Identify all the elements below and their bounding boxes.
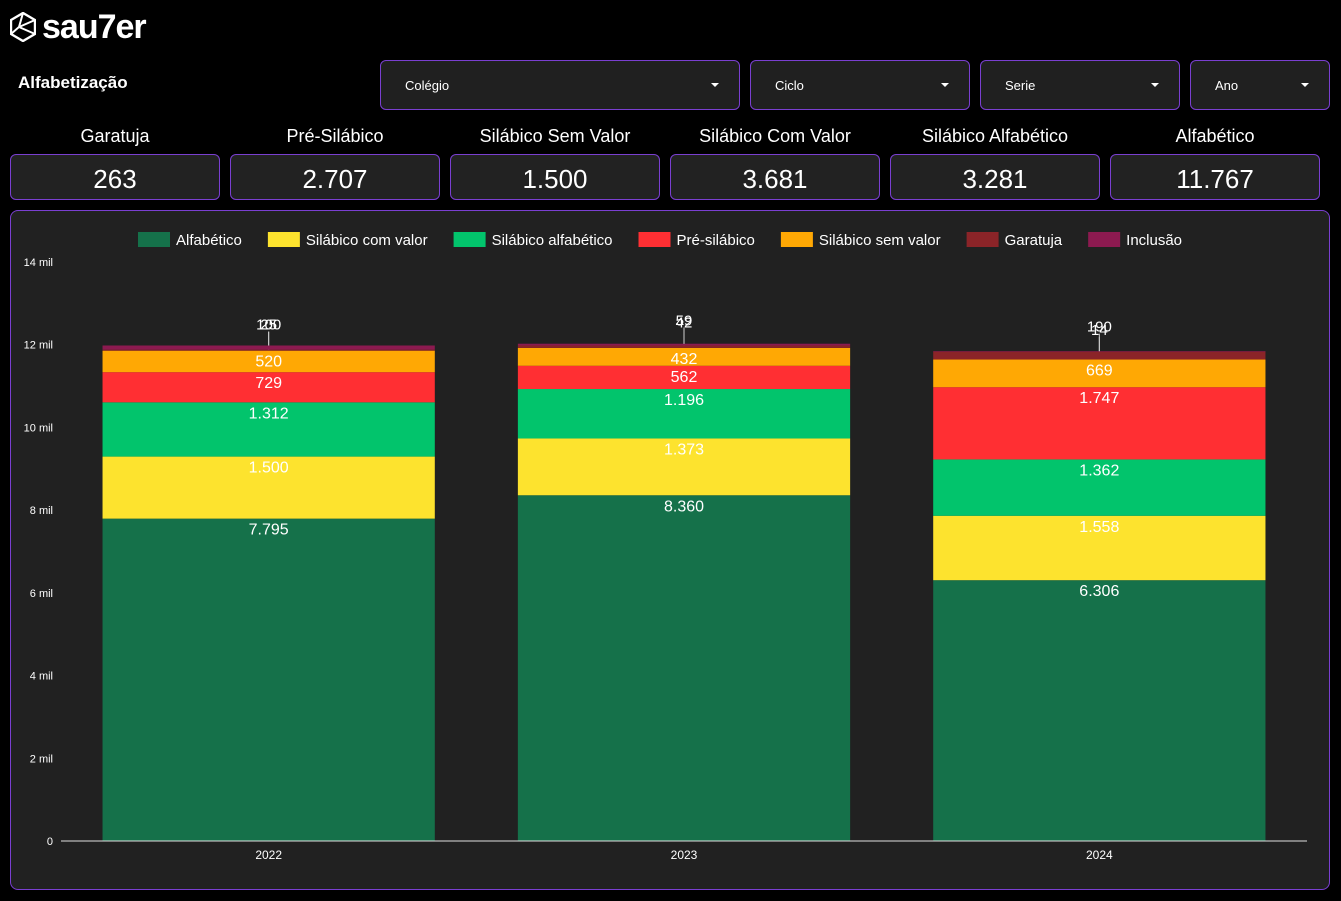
kpi-label-alfabetico: Alfabético [1175,126,1255,146]
bar-segment [102,349,435,351]
legend-swatch [1088,232,1121,247]
data-label: 432 [671,351,698,368]
filter-ano[interactable]: Ano [1190,60,1330,110]
y-tick-label: 6 mil [30,588,53,600]
bar-segment [933,351,1266,360]
data-label: 14 [1091,322,1108,339]
data-label: 520 [255,354,282,371]
data-label: 1.558 [1079,519,1119,536]
kpi-label-pre-silabico: Pré-Silábico [286,126,384,146]
data-label: 1.362 [1079,462,1119,479]
stacked-bar-chart: 0 2 mil 4 mil 6 mil 8 mil 10 mil 12 mil 14 mil A… [24,232,1307,862]
filter-ciclo[interactable]: Ciclo [750,60,970,110]
data-label: 1.196 [664,392,704,409]
bar-segment [102,518,435,841]
data-label: 562 [671,369,698,386]
legend-swatch [267,232,300,247]
y-tick-label: 10 mil [24,422,53,434]
kpi-value-silabico-com-valor: 3.681 [670,154,880,200]
x-tick-label: 2023 [671,848,698,862]
legend-swatch [453,232,486,247]
chevron-down-icon [1301,83,1309,87]
page-title: Alfabetização [18,73,128,92]
filter-label: Ano [1215,77,1239,93]
legend-swatch [780,232,813,247]
data-label: 42 [676,315,693,332]
data-label: 1.747 [1079,390,1119,407]
bar-segment [933,580,1266,841]
y-tick-label: 4 mil [30,671,53,683]
data-label: 1.500 [249,460,289,477]
bar-segment [517,495,851,841]
legend-label: Pré-silábico [677,232,755,249]
data-label: 8.360 [664,498,704,515]
data-label: 669 [1086,363,1113,380]
data-label: 729 [255,375,282,392]
kpi-label-garatuja: Garatuja [80,126,150,146]
legend-swatch [638,232,671,247]
legend-label: Garatuja [1005,232,1063,249]
legend-swatch [966,232,999,247]
data-label: 100 [256,317,281,334]
legend-swatch [138,232,170,247]
data-label: 6.306 [1079,583,1119,600]
x-tick-label: 2024 [1086,848,1113,862]
y-tick-label: 2 mil [30,753,53,765]
stacked-bar-chart-panel: 0 2 mil 4 mil 6 mil 8 mil 10 mil 12 mil 14 mil A… [10,210,1330,890]
bar-segment [933,351,1266,352]
filter-label: Colégio [405,77,450,93]
data-label: 1.312 [249,405,289,422]
brand-name: sau7er [42,8,147,46]
y-tick-label: 8 mil [30,505,53,517]
legend-label: Silábico com valor [306,232,428,249]
legend-label: Inclusão [1126,232,1182,249]
filter-label: Serie [1005,77,1036,93]
bar-segment [517,343,851,346]
legend-label: Silábico sem valor [819,232,941,249]
logo-icon [10,12,36,42]
chevron-down-icon [941,83,949,87]
kpi-label-silabico-alfabetico: Silábico Alfabético [921,126,1069,146]
filter-colegio[interactable]: Colégio [380,60,740,110]
y-tick-label: 14 mil [24,257,53,269]
kpi-value-silabico-alfabetico: 3.281 [890,154,1100,200]
bar-segment [517,345,851,348]
kpi-label-silabico-com-valor: Silábico Com Valor [699,126,851,146]
kpi-value-alfabetico: 11.767 [1110,154,1320,200]
legend-label: Alfabético [176,232,242,249]
filter-label: Ciclo [775,77,804,93]
chevron-down-icon [711,83,719,87]
kpi-value-pre-silabico: 2.707 [230,154,440,200]
data-label: 1.373 [664,441,704,458]
y-tick-label: 0 [47,836,53,848]
chevron-down-icon [1151,83,1159,87]
y-tick-label: 12 mil [24,340,53,352]
bar-segment [102,345,435,350]
brand-logo: sau7er [10,8,147,46]
kpi-value-garatuja: 263 [10,154,220,200]
x-tick-label: 2022 [255,848,282,862]
data-label: 7.795 [249,522,289,539]
legend-label: Silábico alfabético [492,232,613,249]
filter-serie[interactable]: Serie [980,60,1180,110]
kpi-value-silabico-sem-valor: 1.500 [450,154,660,200]
kpi-label-silabico-sem-valor: Silábico Sem Valor [479,126,631,146]
